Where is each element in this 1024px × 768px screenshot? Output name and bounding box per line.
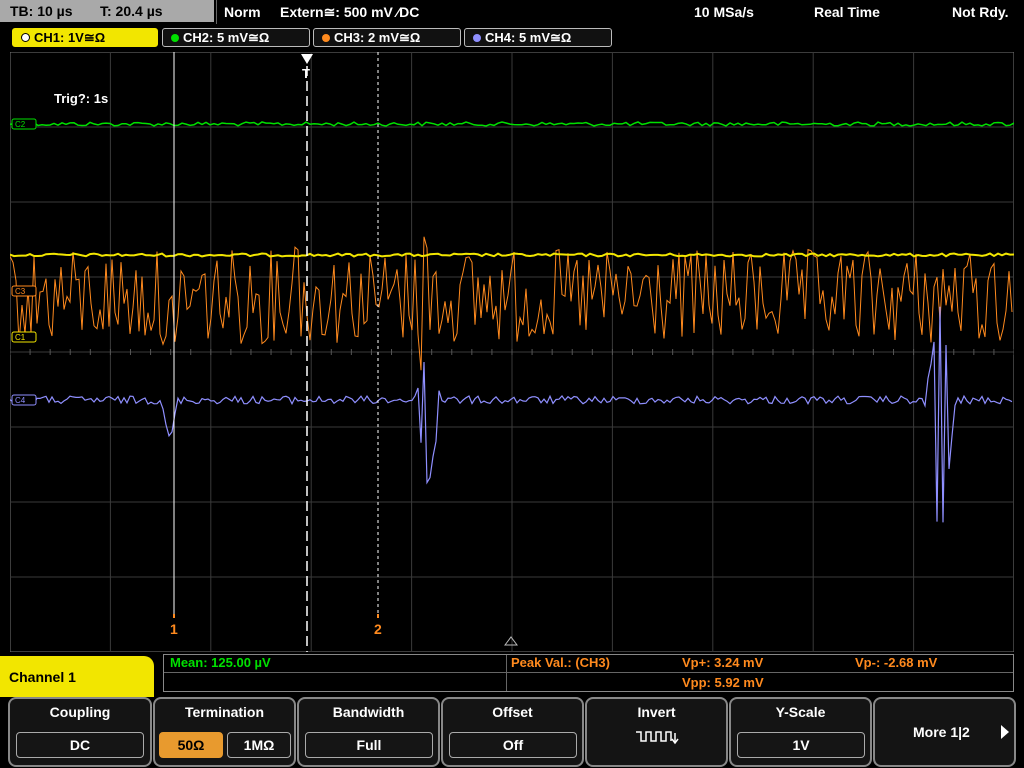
measurement-divider	[164, 672, 1013, 673]
trigger-mode[interactable]: Norm	[224, 2, 261, 22]
more-softkey[interactable]: More 1|2	[873, 697, 1016, 767]
vp-plus-measurement: Vp+: 3.24 mV	[682, 655, 764, 670]
status-bar: TB: 10 µs T: 20.4 µs Norm Extern≅: 500 m…	[0, 0, 1024, 26]
acquisition-state: Not Rdy.	[952, 4, 1009, 20]
trigger-timeout-label: Trig?: 1s	[54, 91, 108, 106]
sample-rate: 10 MSa/s	[694, 4, 754, 20]
mean-measurement: Mean: 125.00 µV	[170, 655, 271, 670]
tab-ch3[interactable]: CH3: 2 mV≅Ω	[313, 28, 461, 47]
yscale-value[interactable]: 1V	[737, 732, 865, 758]
yscale-title: Y-Scale	[775, 704, 826, 720]
ch4-marker-text: C4	[15, 396, 26, 405]
status-separator	[216, 0, 217, 24]
more-label: More 1|2	[913, 724, 970, 740]
tab-ch1-label: CH1: 1V≅Ω	[34, 30, 106, 45]
cursor-2-label: 2	[374, 621, 382, 637]
trigger-time-readout: T: 20.4 µs	[100, 3, 163, 19]
bandwidth-value[interactable]: Full	[305, 732, 433, 758]
trigger-source[interactable]: Extern≅: 500 mV ⁄DC	[280, 2, 419, 22]
bandwidth-softkey[interactable]: Bandwidth Full	[297, 697, 440, 767]
offset-softkey[interactable]: Offset Off	[441, 697, 584, 767]
tab-ch1[interactable]: CH1: 1V≅Ω	[12, 28, 158, 47]
invert-softkey[interactable]: Invert	[585, 697, 728, 767]
waveform-display[interactable]: 1 2 T Trig?: 1s C2 C3 C1 C4	[10, 52, 1014, 652]
ch2-indicator-icon	[171, 34, 179, 42]
tab-ch4-label: CH4: 5 mV≅Ω	[485, 30, 572, 45]
timebase-readout: TB: 10 µs	[10, 3, 73, 19]
yscale-softkey[interactable]: Y-Scale 1V	[729, 697, 872, 767]
invert-title: Invert	[637, 704, 676, 720]
measurement-separator	[506, 655, 507, 691]
menu-title-tab: Channel 1	[0, 656, 154, 697]
invert-waveform-icon	[636, 731, 679, 745]
tab-ch4[interactable]: CH4: 5 mV≅Ω	[464, 28, 612, 47]
offset-value[interactable]: Off	[449, 732, 577, 758]
ch1-marker-text: C1	[15, 333, 26, 342]
menu-title: Channel 1	[9, 669, 76, 685]
ch3-marker-text: C3	[15, 287, 26, 296]
peak-measurement-title: Peak Val.: (CH3)	[511, 655, 610, 670]
coupling-title: Coupling	[49, 704, 111, 720]
cursor-1-label: 1	[170, 621, 178, 637]
coupling-softkey[interactable]: Coupling DC	[8, 697, 152, 767]
next-page-arrow-icon	[1001, 725, 1009, 739]
vpp-measurement: Vpp: 5.92 mV	[682, 675, 764, 690]
ch2-offset-marker[interactable]: C2	[11, 118, 37, 130]
ch1-offset-marker[interactable]: C1	[11, 331, 37, 343]
bandwidth-title: Bandwidth	[332, 704, 405, 720]
ch2-marker-text: C2	[15, 120, 26, 129]
acquisition-mode: Real Time	[814, 4, 880, 20]
termination-50-option[interactable]: 50Ω	[159, 732, 223, 758]
termination-1m-option[interactable]: 1MΩ	[227, 732, 291, 758]
ch3-indicator-icon	[322, 34, 330, 42]
vp-minus-measurement: Vp-: -2.68 mV	[855, 655, 938, 670]
trigger-position-label: T	[302, 66, 310, 81]
offset-title: Offset	[492, 704, 533, 720]
tab-ch3-label: CH3: 2 mV≅Ω	[334, 30, 421, 45]
termination-title: Termination	[184, 704, 265, 720]
ch1-indicator-icon	[21, 33, 30, 42]
ch3-offset-marker[interactable]: C3	[11, 285, 37, 297]
coupling-value[interactable]: DC	[16, 732, 144, 758]
ch4-indicator-icon	[473, 34, 481, 42]
tab-ch2[interactable]: CH2: 5 mV≅Ω	[162, 28, 310, 47]
timebase-box[interactable]: TB: 10 µs T: 20.4 µs	[0, 0, 214, 22]
tab-ch2-label: CH2: 5 mV≅Ω	[183, 30, 270, 45]
ch4-offset-marker[interactable]: C4	[11, 394, 37, 406]
termination-softkey[interactable]: Termination 50Ω 1MΩ	[153, 697, 296, 767]
